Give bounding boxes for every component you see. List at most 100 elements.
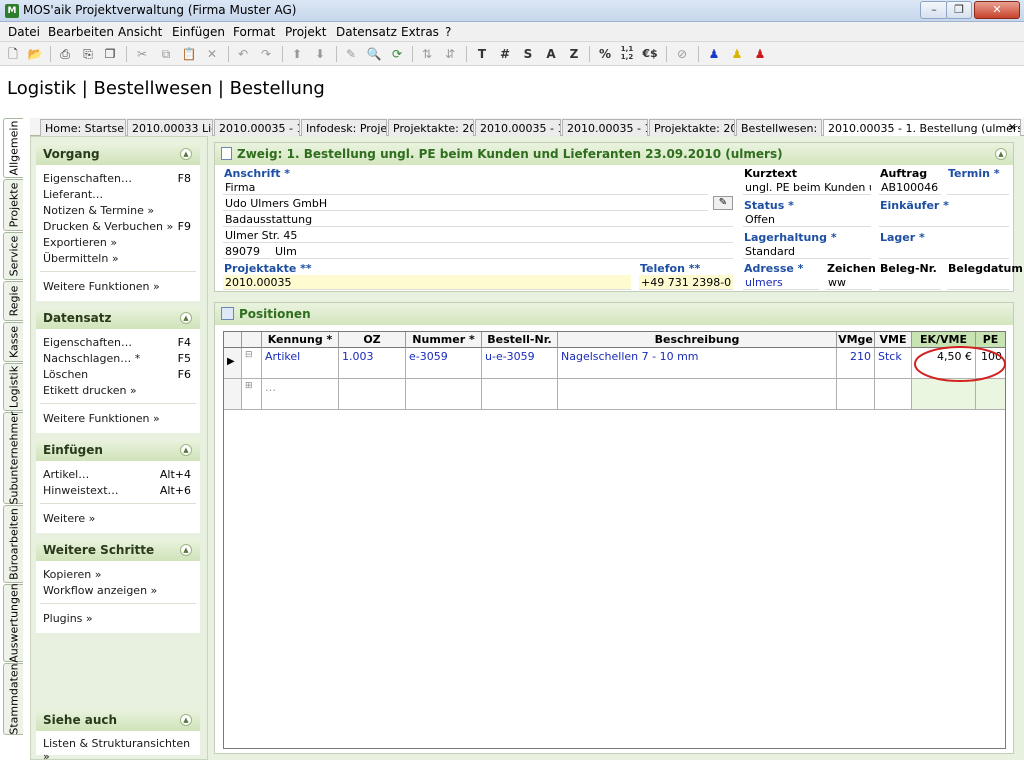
percent-button[interactable]: % [596,45,614,63]
sidebar-item-uebermitteln[interactable]: Übermitteln » [43,252,119,265]
col-beschreibung[interactable]: Beschreibung [558,332,837,348]
cell-new-oz[interactable] [339,379,406,410]
tab-active-bestellung[interactable]: 2010.00035 - 1. Bestellung (ulmers) ✕ [823,119,1021,137]
collapse-icon[interactable]: ▲ [180,714,192,726]
menu-projekt[interactable]: Projekt [285,25,326,39]
sidebar-item-weitere[interactable]: Weitere » [43,512,95,525]
adresse-field[interactable]: ulmers [743,275,819,290]
tab-projektakte-b[interactable]: Projektakte: 20 [649,119,735,136]
cell-new-pe[interactable] [976,379,1005,410]
cell-kennung[interactable]: Artikel [262,348,339,379]
menu-einfuegen[interactable]: Einfügen [172,25,225,39]
tab-home[interactable]: Home: Startseite [40,119,126,136]
sum-button[interactable]: S [519,45,537,63]
collapse-icon[interactable]: ▲ [995,148,1007,160]
vtab-regie[interactable]: Regie [3,281,23,321]
lager-field[interactable] [879,244,1009,259]
cell-vmge[interactable]: 210 [837,348,875,379]
sidebar-item-loeschen[interactable]: Löschen [43,368,88,381]
collapse-row-icon[interactable]: ⊟ [242,348,262,379]
vtab-stammdaten[interactable]: Stammdaten [3,663,23,735]
anschrift-line-2[interactable]: Udo Ulmers GmbH [223,196,708,211]
undo-icon[interactable]: ↶ [234,45,252,63]
sidebar-item-nachschlagen[interactable]: Nachschlagen… * [43,352,140,365]
vtab-subunternehmer[interactable]: Subunternehmer [3,411,23,505]
maximize-icon[interactable]: ❐ [946,1,972,19]
vtab-auswertungen[interactable]: Auswertungen [3,583,23,663]
cell-ek-vme[interactable]: 4,50 € [912,348,976,379]
cut-icon[interactable]: ✂ [133,45,151,63]
sidebar-item-kopieren[interactable]: Kopieren » [43,568,101,581]
sidebar-item-drucken[interactable]: Drucken & Verbuchen » [43,220,173,233]
collapse-icon[interactable]: ▲ [180,312,192,324]
cell-new-bestellnr[interactable] [482,379,558,410]
close-icon[interactable]: ✕ [974,1,1020,19]
menu-bearbeiten[interactable]: Bearbeiten [48,25,114,39]
sort-ascending-icon[interactable]: ⇅ [418,45,436,63]
sidebar-item-listen[interactable]: Listen & Strukturansichten » [43,737,200,763]
tab-bestellwesen[interactable]: Bestellwesen: B [736,119,822,136]
user-red-icon[interactable]: ♟ [751,45,769,63]
zeichen-field[interactable]: ww [826,275,872,290]
edit-icon[interactable]: ✎ [342,45,360,63]
unit-button[interactable]: 1,1 1,2 [618,45,636,63]
print-preview-icon[interactable]: ⎘ [79,45,97,63]
paste-icon[interactable]: 📋 [180,45,198,63]
sort-descending-icon[interactable]: ⇵ [441,45,459,63]
print-icon[interactable]: ⎙ [56,45,74,63]
sidebar-item-eigenschaften[interactable]: Eigenschaften… [43,172,132,185]
menu-format[interactable]: Format [233,25,275,39]
tab-2010-00033[interactable]: 2010.00033 Lieferant [127,119,213,136]
text-button[interactable]: T [473,45,491,63]
menu-datei[interactable]: Datei [8,25,40,39]
menu-help[interactable]: ? [445,25,451,39]
ort-field[interactable]: Ulm [273,244,733,259]
einkaeufer-field[interactable] [879,212,1009,227]
cell-bestellnr[interactable]: u-e-3059 [482,348,558,379]
address-book-icon[interactable]: ✎ [713,196,733,210]
a-button[interactable]: A [542,45,560,63]
tab-infodesk[interactable]: Infodesk: Projekt [301,119,387,136]
col-kennung[interactable]: Kennung * [262,332,339,348]
telefon-field[interactable]: +49 731 2398-0 [639,275,733,290]
menu-ansicht[interactable]: Ansicht [118,25,162,39]
minimize-icon[interactable]: – [920,1,948,19]
vtab-logistik[interactable]: Logistik [3,363,23,411]
cell-pe[interactable]: 100 [976,348,1005,379]
open-folder-icon[interactable]: 📂 [26,45,44,63]
sidebar-item-etikett[interactable]: Etikett drucken » [43,384,137,397]
user-yellow-icon[interactable]: ♟ [728,45,746,63]
collapse-icon[interactable]: ▲ [180,444,192,456]
anschrift-line-1[interactable]: Firma [223,180,708,195]
termin-field[interactable] [947,180,1009,195]
cell-beschreibung[interactable]: Nagelschellen 7 - 10 mm [558,348,837,379]
sidebar-item-eigenschaften-ds[interactable]: Eigenschaften… [43,336,132,349]
vtab-service[interactable]: Service [3,232,23,280]
tab-2010-00035-c[interactable]: 2010.00035 - 1 [562,119,648,136]
sidebar-item-lieferant[interactable]: Lieferant… [43,188,103,201]
number-button[interactable]: # [496,45,514,63]
delete-icon[interactable]: ✕ [203,45,221,63]
status-field[interactable]: Offen [743,212,871,227]
sidebar-item-hinweistext[interactable]: Hinweistext… [43,484,119,497]
panel-vorgang-header[interactable]: Vorgang ▲ [36,143,200,165]
arrow-down-icon[interactable]: ⬇ [311,45,329,63]
panel-einfuegen-header[interactable]: Einfügen ▲ [36,439,200,461]
expand-row-icon[interactable]: ⊞ [242,379,262,410]
anschrift-line-3[interactable]: Badausstattung [223,212,733,227]
arrow-up-icon[interactable]: ⬆ [288,45,306,63]
collapse-icon[interactable]: ▲ [180,544,192,556]
cell-nummer[interactable]: e-3059 [406,348,482,379]
panel-datensatz-header[interactable]: Datensatz ▲ [36,307,200,329]
close-tab-icon[interactable]: ✕ [1008,121,1017,134]
cell-vme[interactable]: Stck [875,348,912,379]
col-pe[interactable]: PE [976,332,1005,348]
belegnr-field[interactable] [879,275,941,290]
tab-2010-00035-a[interactable]: 2010.00035 - 1 [214,119,300,136]
sidebar-item-artikel[interactable]: Artikel… [43,468,89,481]
anschrift-line-4[interactable]: Ulmer Str. 45 [223,228,733,243]
col-bestellnr[interactable]: Bestell-Nr. [482,332,558,348]
projektakte-field[interactable]: 2010.00035 [223,275,631,290]
vtab-kasse[interactable]: Kasse [3,322,23,362]
col-vme[interactable]: VME [875,332,912,348]
